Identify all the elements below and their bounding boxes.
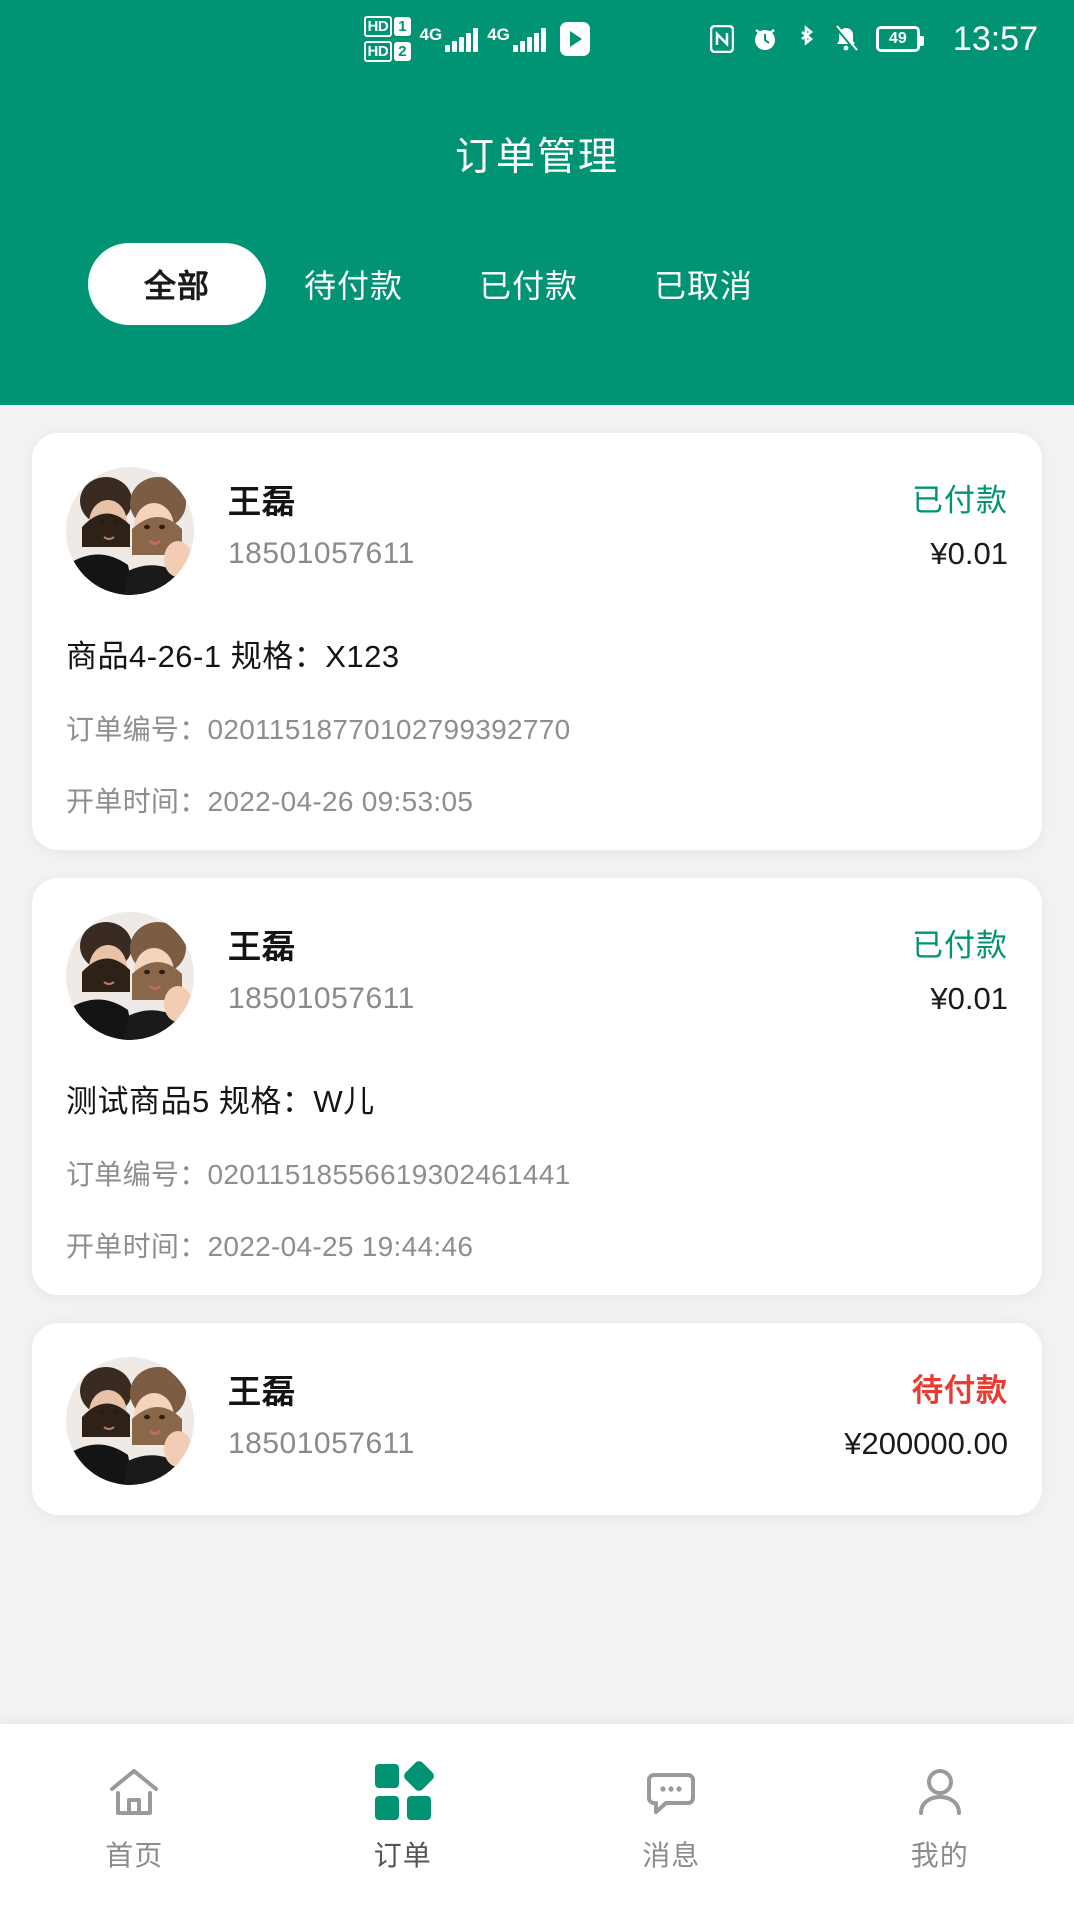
- avatar: [66, 912, 194, 1040]
- order-amount-block: 已付款 ¥0.01: [912, 912, 1008, 1017]
- tab-unpaid[interactable]: 待付款: [266, 243, 441, 325]
- nav-item-profile[interactable]: 我的: [806, 1764, 1074, 1874]
- signal-bars-icon: 4G: [420, 26, 479, 52]
- message-icon: [644, 1764, 698, 1820]
- nav-item-orders[interactable]: 订单: [269, 1759, 538, 1874]
- network-type-2: 4G: [487, 25, 510, 44]
- nav-item-home[interactable]: 首页: [0, 1764, 269, 1874]
- battery-level: 49: [889, 30, 907, 47]
- order-card-header: 王磊 18501057611 待付款 ¥200000.00: [66, 1357, 1008, 1485]
- signal-bars-2: [512, 26, 546, 52]
- status-badge: 已付款: [912, 483, 1008, 518]
- order-list[interactable]: 王磊 18501057611 已付款 ¥0.01 商品4-26-1 规格：X12…: [0, 405, 1074, 1724]
- orders-grid-icon: [374, 1759, 436, 1820]
- customer-phone: 18501057611: [228, 982, 415, 1015]
- hd-sim2-number: 2: [394, 42, 411, 61]
- order-goods: 商品4-26-1 规格：X123: [66, 639, 400, 674]
- battery-icon: 49: [875, 26, 924, 52]
- order-created-time: 开单时间：2022-04-25 19:44:46: [66, 1231, 474, 1262]
- order-card-header: 王磊 18501057611 已付款 ¥0.01: [66, 467, 1008, 595]
- order-card[interactable]: 王磊 18501057611 已付款 ¥0.01 测试商品5 规格：W儿 订单编…: [32, 878, 1042, 1295]
- avatar: [66, 467, 194, 595]
- order-created-time: 开单时间：2022-04-26 09:53:05: [66, 786, 474, 817]
- status-badge: 待付款: [912, 1373, 1008, 1408]
- customer-info: 王磊 18501057611: [228, 467, 912, 571]
- alarm-icon: [754, 29, 775, 50]
- app-screen: HD 1 HD 2 4G 4G 49 13:57 订单管理 全部 待付款 已付款…: [0, 0, 1074, 1914]
- app-header: HD 1 HD 2 4G 4G 49 13:57 订单管理 全部 待付款 已付款…: [0, 0, 1074, 405]
- order-amount-block: 已付款 ¥0.01: [912, 467, 1008, 572]
- tab-paid[interactable]: 已付款: [441, 243, 616, 325]
- status-bar-left-group: HD 1 HD 2 4G 4G: [363, 16, 590, 62]
- customer-phone: 18501057611: [228, 1427, 415, 1460]
- order-price: ¥0.01: [930, 981, 1008, 1016]
- status-bar-clock: 13:57: [952, 19, 1038, 58]
- order-card[interactable]: 王磊 18501057611 已付款 ¥0.01 商品4-26-1 规格：X12…: [32, 433, 1042, 850]
- home-icon: [107, 1764, 161, 1820]
- signal-bars-icon-2: 4G: [487, 26, 546, 52]
- status-badge: 已付款: [912, 928, 1008, 963]
- hd-sim2-label: HD: [363, 41, 393, 62]
- filter-tabs: 全部 待付款 已付款 已取消: [0, 243, 1074, 325]
- customer-name: 王磊: [228, 483, 296, 520]
- nav-label-orders: 订单: [373, 1840, 432, 1871]
- nav-label-messages: 消息: [642, 1840, 701, 1871]
- customer-name: 王磊: [228, 1373, 296, 1410]
- mute-bell-icon: [834, 25, 858, 52]
- order-number: 订单编号：02011518556619302461441: [66, 1159, 571, 1190]
- nav-label-home: 首页: [105, 1840, 164, 1871]
- profile-icon: [913, 1764, 967, 1820]
- tab-all[interactable]: 全部: [88, 243, 266, 325]
- customer-phone: 18501057611: [228, 537, 415, 570]
- play-icon: [559, 22, 590, 56]
- order-card[interactable]: 王磊 18501057611 待付款 ¥200000.00: [32, 1323, 1042, 1515]
- nav-item-messages[interactable]: 消息: [537, 1764, 806, 1874]
- status-bar-right-group: 49 13:57: [709, 19, 1038, 59]
- bluetooth-icon: [801, 25, 814, 46]
- hd-sim1-number: 1: [394, 17, 411, 36]
- customer-info: 王磊 18501057611: [228, 912, 912, 1016]
- hd-sim-icon: HD 1 HD 2: [363, 16, 411, 62]
- tab-cancelled[interactable]: 已取消: [616, 243, 791, 325]
- hd-sim1-label: HD: [363, 16, 393, 37]
- nav-label-profile: 我的: [910, 1840, 969, 1871]
- nfc-icon: [709, 25, 734, 53]
- order-price: ¥200000.00: [844, 1426, 1008, 1461]
- order-price: ¥0.01: [930, 536, 1008, 571]
- customer-info: 王磊 18501057611: [228, 1357, 844, 1461]
- signal-bars-1: [445, 26, 479, 52]
- avatar: [66, 1357, 194, 1485]
- order-amount-block: 待付款 ¥200000.00: [844, 1357, 1008, 1462]
- order-number: 订单编号：02011518770102799392770: [66, 714, 571, 745]
- network-type-1: 4G: [419, 25, 443, 44]
- order-card-header: 王磊 18501057611 已付款 ¥0.01: [66, 912, 1008, 1040]
- customer-name: 王磊: [228, 928, 296, 965]
- page-title: 订单管理: [454, 136, 619, 179]
- order-goods: 测试商品5 规格：W儿: [66, 1084, 375, 1119]
- bottom-navigation: 首页 订单 消息 我的: [0, 1724, 1074, 1914]
- status-bar: HD 1 HD 2 4G 4G 49 13:57: [0, 0, 1074, 78]
